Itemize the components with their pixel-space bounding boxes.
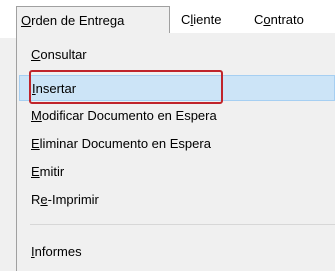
menu-item-label: nformes — [34, 244, 82, 259]
menu-item-label: -Imprimir — [47, 192, 99, 207]
menu-contrato-mnemonic: o — [263, 12, 271, 27]
menu-cliente-prefix: C — [181, 12, 191, 27]
menu-item-mnemonic: e — [40, 192, 48, 207]
menu-item-modificar-documento-en-espera[interactable]: Modificar Documento en Espera — [17, 103, 335, 129]
menu-item-label: onsultar — [40, 47, 87, 62]
menu-separator — [30, 224, 335, 225]
menu-orden-de-entrega[interactable]: Orden de Entrega — [16, 6, 170, 33]
menu-item-mnemonic: E — [31, 164, 40, 179]
menu-item-mnemonic: M — [31, 108, 42, 123]
menu-item-label: liminar Documento en Espera — [39, 136, 211, 151]
menu-contrato-prefix: C — [254, 12, 264, 27]
menu-item-mnemonic: E — [31, 136, 40, 151]
menu-contrato-label: ntrato — [270, 12, 304, 27]
menu-item-prefix: R — [31, 192, 41, 207]
menu-item-emitir[interactable]: Emitir — [17, 159, 335, 185]
menu-item-eliminar-documento-en-espera[interactable]: Eliminar Documento en Espera — [17, 131, 335, 157]
menu-item-insertar[interactable]: Insertar — [19, 75, 335, 101]
menu-orden-mnemonic: O — [21, 13, 32, 28]
menu-item-label: odificar Documento en Espera — [41, 108, 217, 123]
menu-item-consultar[interactable]: Consultar — [17, 42, 335, 68]
menu-contrato[interactable]: Contrato — [251, 8, 307, 32]
menu-item-label: mitir — [39, 164, 65, 179]
orden-de-entrega-dropdown: Consultar Insertar Modificar Documento e… — [16, 33, 335, 271]
application-window: Orden de Entrega Cliente Contrato Consul… — [0, 0, 335, 271]
menu-item-informes[interactable]: Informes — [17, 239, 335, 265]
menu-item-re-imprimir[interactable]: Re-Imprimir — [17, 187, 335, 213]
menu-item-label: nsertar — [35, 81, 77, 96]
menu-item-mnemonic: C — [31, 47, 41, 62]
menu-cliente[interactable]: Cliente — [178, 8, 224, 32]
menu-orden-label: rden de Entrega — [31, 13, 125, 28]
menu-cliente-label: iente — [193, 12, 222, 27]
